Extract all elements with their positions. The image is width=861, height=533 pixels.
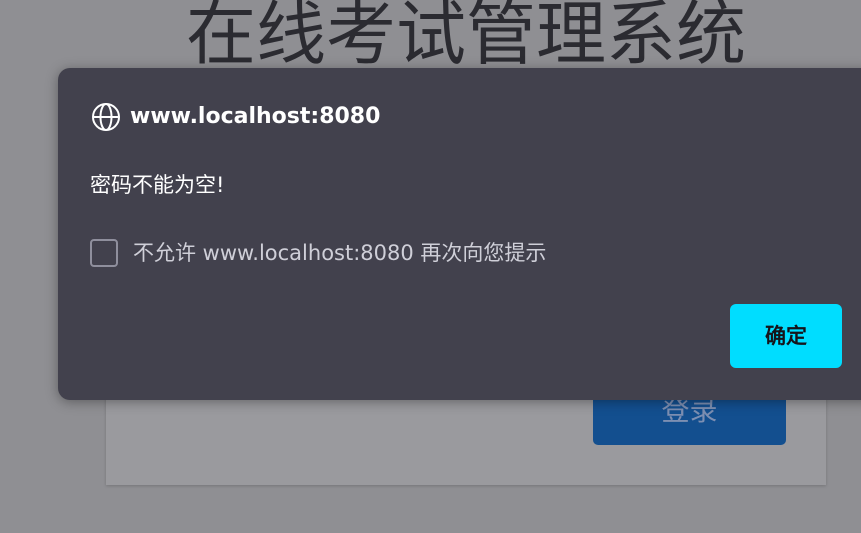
- alert-dialog: www.localhost:8080 密码不能为空! 不允许 www.local…: [58, 68, 861, 400]
- globe-icon: [91, 102, 121, 132]
- dialog-origin: www.localhost:8080: [130, 104, 381, 129]
- suppress-prompts-checkbox[interactable]: [90, 239, 118, 267]
- suppress-prompts-label[interactable]: 不允许 www.localhost:8080 再次向您提示: [133, 238, 546, 268]
- ok-button[interactable]: 确定: [730, 304, 842, 368]
- dialog-header: www.localhost:8080: [91, 102, 380, 132]
- suppress-prompts-row[interactable]: 不允许 www.localhost:8080 再次向您提示: [90, 236, 546, 270]
- modal-overlay: www.localhost:8080 密码不能为空! 不允许 www.local…: [0, 0, 861, 533]
- dialog-message: 密码不能为空!: [90, 173, 225, 197]
- page: 在线考试管理系统 登录 www.localhost:8080 密码不能为空! 不…: [0, 0, 861, 533]
